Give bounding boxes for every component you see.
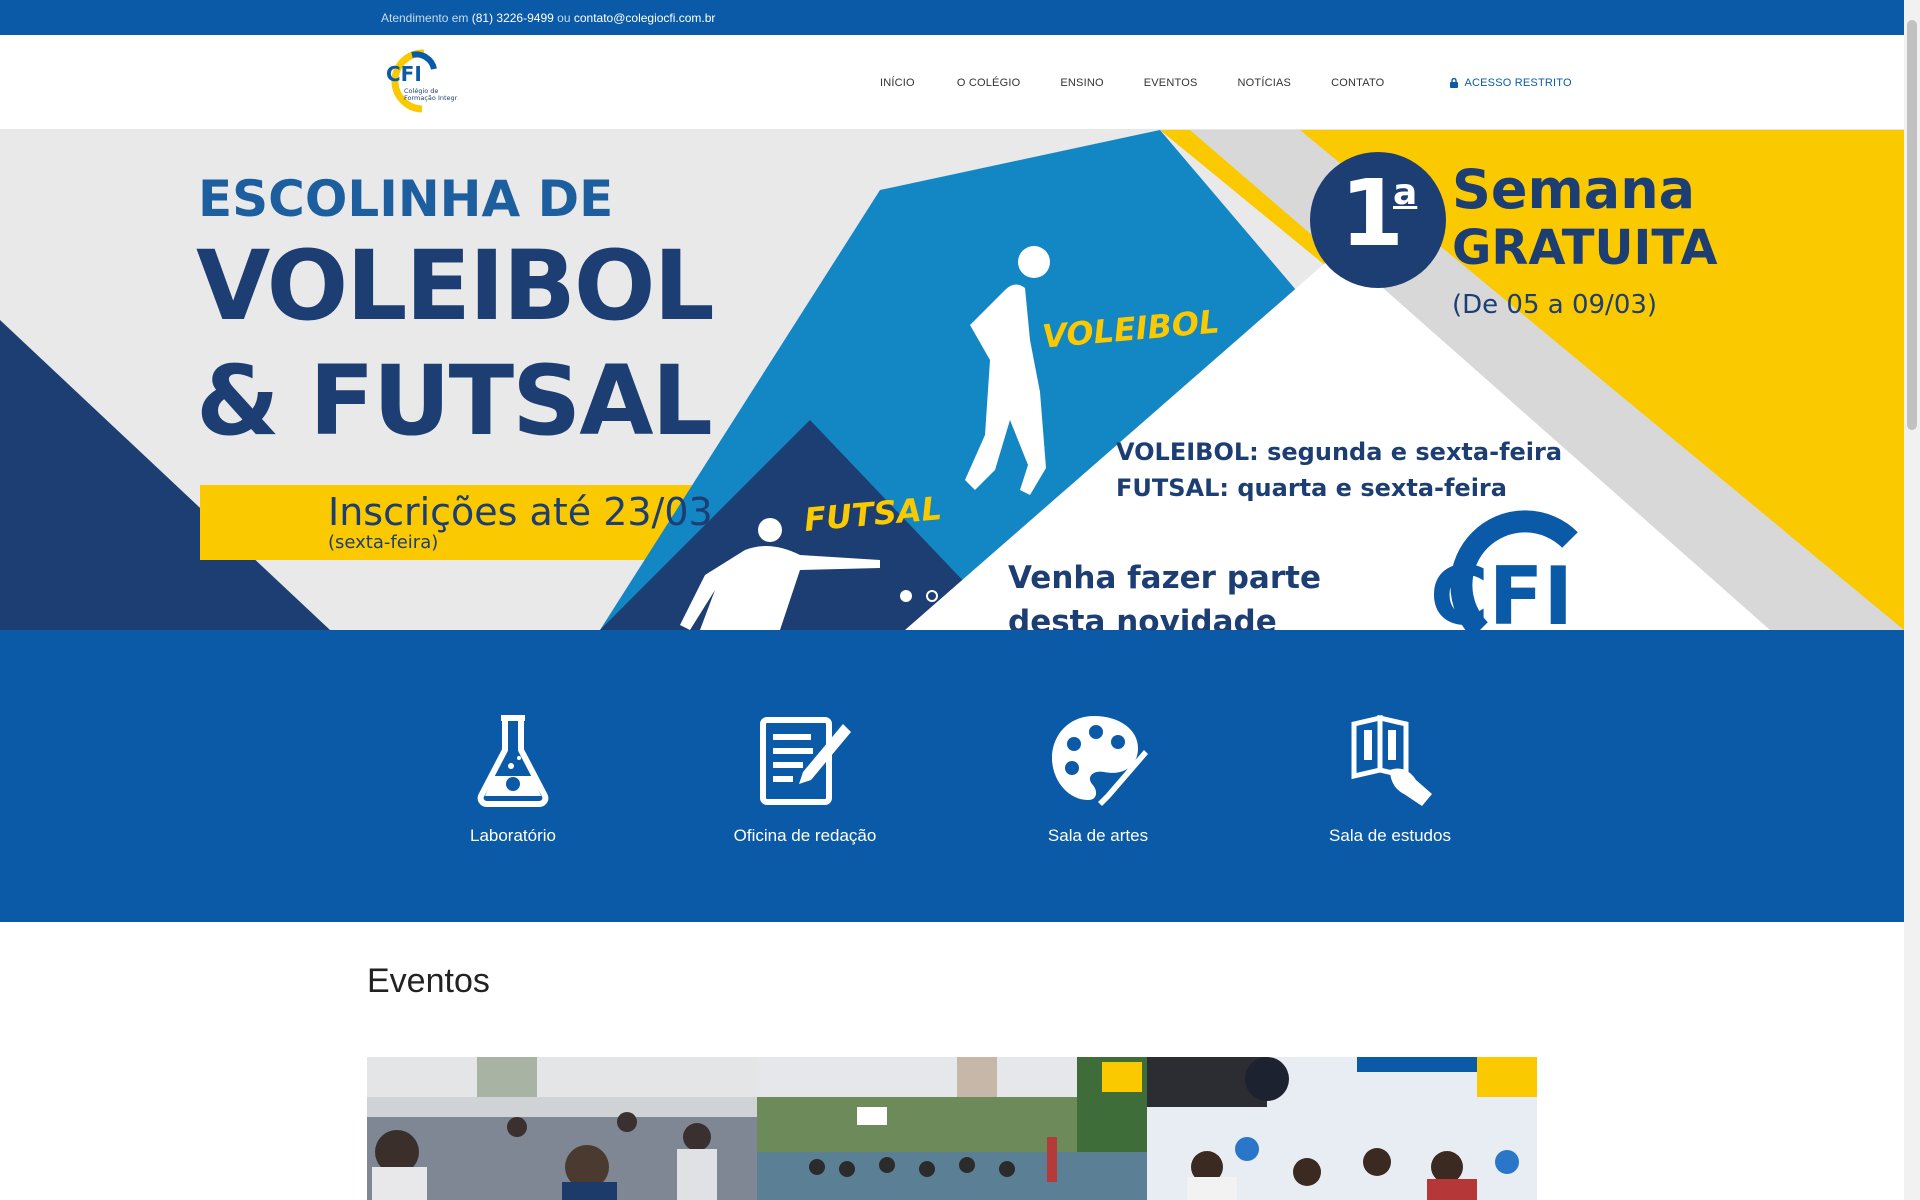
eventos-gallery <box>367 1057 1537 1200</box>
main-menu: INÍCIO O COLÉGIO ENSINO EVENTOS NOTÍCIAS… <box>880 77 1572 89</box>
menu-item-noticias[interactable]: NOTÍCIAS <box>1238 77 1292 89</box>
scrollbar-thumb[interactable] <box>1907 20 1917 430</box>
hero-datas: (De 05 a 09/03) <box>1452 290 1658 320</box>
logo-letters: CFI <box>386 62 422 86</box>
writing-icon <box>760 717 851 805</box>
menu-item-ensino[interactable]: ENSINO <box>1060 77 1103 89</box>
top-contact-bar: Atendimento em (81) 3226-9499 ou contato… <box>0 0 1904 35</box>
feature-oficina-label: Oficina de redação <box>733 826 877 845</box>
page-scrollbar[interactable] <box>1904 0 1920 1200</box>
evento-photo-court[interactable] <box>757 1057 1147 1200</box>
hero-badge-sup: a <box>1393 172 1418 213</box>
evento-photo-classroom[interactable] <box>367 1057 757 1200</box>
hero-gratuita: GRATUITA <box>1452 220 1718 276</box>
school-logo[interactable]: CFI Colégio de Formação Integral <box>382 49 463 115</box>
contact-or: ou <box>557 11 571 25</box>
hero-cfi-logo-text: CFI <box>1430 550 1574 630</box>
hero-line3: & FUTSAL <box>196 345 713 457</box>
feature-sala-artes-label: Sala de artes <box>1047 826 1149 845</box>
feature-sala-estudos[interactable]: Sala de estudos <box>1280 710 1500 846</box>
students-photo-image <box>1147 1057 1537 1200</box>
features-section: Laboratório Oficina de redação Sala de a… <box>0 630 1904 922</box>
evento-photo-students[interactable] <box>1147 1057 1537 1200</box>
books-icon <box>1351 714 1432 806</box>
hero-semana: Semana <box>1452 158 1696 221</box>
palette-icon <box>1052 716 1148 806</box>
logo-line2: Formação Integral <box>404 94 458 102</box>
slider-dot-2[interactable] <box>926 590 938 602</box>
contact-phone[interactable]: (81) 3226-9499 <box>472 11 554 25</box>
feature-laboratorio[interactable]: Laboratório <box>403 710 623 846</box>
feature-oficina-redacao[interactable]: Oficina de redação <box>695 710 915 846</box>
menu-item-contato[interactable]: CONTATO <box>1331 77 1384 89</box>
hero-venha-line1: Venha fazer parte <box>1008 560 1321 596</box>
flask-icon <box>477 715 549 807</box>
feature-sala-artes[interactable]: Sala de artes <box>988 710 1208 846</box>
hero-line2: VOLEIBOL <box>196 230 715 342</box>
feature-sala-estudos-label: Sala de estudos <box>1329 826 1451 845</box>
slider-dots <box>900 590 938 602</box>
lock-icon <box>1450 78 1459 88</box>
hero-sched-voleibol: VOLEIBOL: segunda e sexta-feira <box>1116 438 1563 466</box>
hero-sexta: (sexta-feira) <box>328 532 439 553</box>
court-photo-image <box>757 1057 1147 1200</box>
cfi-logo-icon: CFI Colégio de Formação Integral <box>386 49 463 113</box>
contact-email-link[interactable]: contato@colegiocfi.com.br <box>574 11 716 25</box>
hero-sched-futsal: FUTSAL: quarta e sexta-feira <box>1116 474 1507 502</box>
acesso-restrito-label: ACESSO RESTRITO <box>1464 77 1572 89</box>
menu-item-inicio[interactable]: INÍCIO <box>880 77 915 89</box>
main-navbar: CFI Colégio de Formação Integral INÍCIO … <box>0 35 1904 130</box>
hero-inscricoes: Inscrições até 23/03 <box>328 490 713 534</box>
hero-line1: ESCOLINHA DE <box>198 170 614 228</box>
menu-item-acesso-restrito[interactable]: ACESSO RESTRITO <box>1450 77 1572 89</box>
feature-laboratorio-label: Laboratório <box>469 826 556 845</box>
eventos-heading: Eventos <box>367 962 490 1000</box>
slider-dot-1[interactable] <box>900 590 912 602</box>
contact-prefix: Atendimento em <box>381 11 469 25</box>
hero-slider[interactable]: ESCOLINHA DE VOLEIBOL & FUTSAL Inscriçõe… <box>0 130 1904 630</box>
menu-item-eventos[interactable]: EVENTOS <box>1144 77 1198 89</box>
hero-venha-line2: desta novidade <box>1008 604 1277 630</box>
classroom-photo-image <box>367 1057 757 1200</box>
contact-info: Atendimento em (81) 3226-9499 ou contato… <box>381 11 715 25</box>
menu-item-o-colegio[interactable]: O COLÉGIO <box>957 77 1021 89</box>
